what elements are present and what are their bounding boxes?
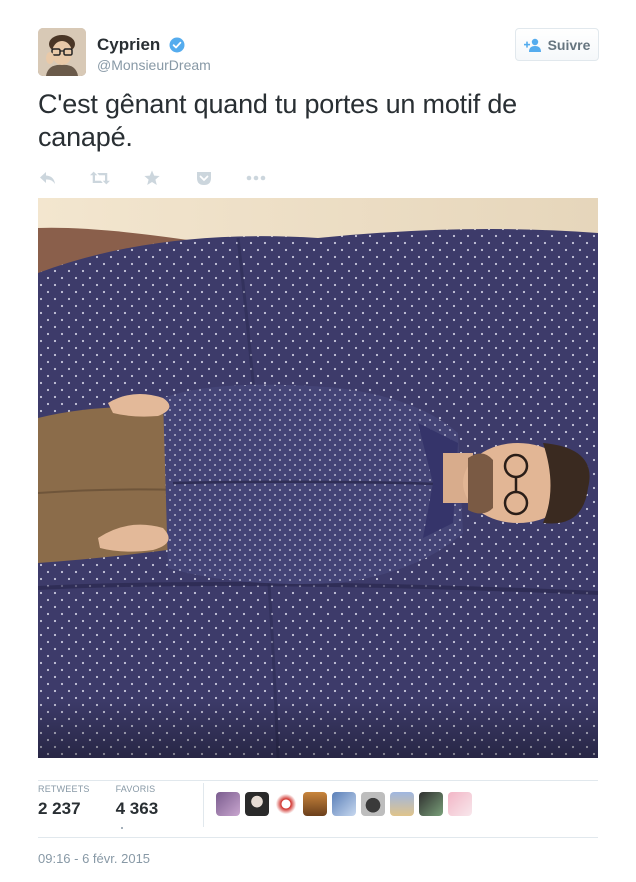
avatar[interactable] [38, 28, 86, 76]
author-names: Cyprien @MonsieurDream [97, 35, 211, 74]
favoriter-avatar[interactable] [361, 792, 385, 816]
retweets-stat[interactable]: RETWEETS 2 237 [38, 783, 90, 829]
favoriter-avatar[interactable] [419, 792, 443, 816]
follow-button-label: Suivre [547, 36, 591, 53]
favoriter-avatar[interactable] [303, 792, 327, 816]
favorite-button[interactable] [142, 168, 162, 188]
favoriter-avatar[interactable] [274, 792, 298, 816]
stats-top-divider [38, 780, 598, 781]
tweet-stats: RETWEETS 2 237 FAVORIS 4 363 [38, 783, 184, 829]
reply-button[interactable] [38, 168, 58, 188]
favoriter-avatar[interactable] [245, 792, 269, 816]
favoriter-avatar[interactable] [448, 792, 472, 816]
stat-dot [121, 827, 123, 829]
star-icon [144, 170, 160, 185]
favoriter-avatar[interactable] [332, 792, 356, 816]
stats-separator [203, 783, 204, 827]
more-icon [246, 175, 266, 181]
retweet-icon [90, 171, 110, 185]
favorites-count: 4 363 [115, 799, 159, 818]
tweet-timestamp[interactable]: 09:16 - 6 févr. 2015 [38, 851, 150, 866]
favorites-stat[interactable]: FAVORIS 4 363 [116, 783, 159, 829]
favorites-label: FAVORIS [115, 784, 156, 794]
more-button[interactable] [246, 168, 266, 188]
favoriter-avatar[interactable] [390, 792, 414, 816]
tweet-photo[interactable] [38, 198, 598, 758]
pocket-icon [197, 171, 211, 185]
verified-badge-icon [169, 37, 185, 53]
retweets-label: RETWEETS [38, 784, 90, 794]
screen-name[interactable]: @MonsieurDream [97, 56, 211, 74]
retweets-count: 2 237 [38, 799, 81, 818]
favoriter-avatar[interactable] [216, 792, 240, 816]
follow-button[interactable]: Suivre [515, 28, 599, 61]
tweet-text: C'est gênant quand tu portes un motif de… [38, 89, 517, 152]
favoriters-avatars [216, 792, 477, 816]
stats-bottom-divider [38, 837, 598, 838]
tweet-actions [38, 168, 298, 188]
display-name[interactable]: Cyprien [97, 35, 160, 55]
retweet-button[interactable] [90, 168, 110, 188]
reply-icon [40, 172, 55, 184]
photo-illustration [38, 198, 598, 758]
add-user-icon [523, 38, 541, 52]
pocket-button[interactable] [194, 168, 214, 188]
tweet-header: Cyprien @MonsieurDream Suivre [38, 28, 599, 78]
